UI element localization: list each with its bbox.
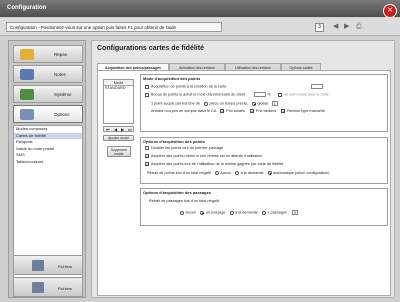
group-options-passages: Options d'acquisition des passages Retra…: [140, 188, 388, 226]
radio-piece[interactable]: [204, 101, 209, 106]
group-title: Options d'acquisition des passages: [143, 190, 212, 195]
retrait-points-label: Retrait de points lors d'un total négati…: [147, 171, 211, 175]
modes-navigator: ⏮ ◀ ▶ ⏭: [103, 126, 134, 132]
bonus-month-checkbox[interactable]: [277, 92, 282, 97]
sidebar-bottom-item-1[interactable]: Fichiers: [13, 255, 83, 275]
radio-passage-demande-label: à la demande: [235, 210, 259, 215]
files-icon: [32, 282, 44, 293]
info-bar: Configuration - Positionnez-vous sur une…: [0, 18, 400, 36]
acq-creation-checkbox[interactable]: [145, 84, 149, 89]
first-icon[interactable]: ⏮: [106, 127, 110, 132]
add-mode-button[interactable]: Ajouter mode: [103, 135, 134, 141]
sidebar-item-repas[interactable]: Repas: [13, 45, 83, 63]
group-title: Options d'acquisition des points: [143, 139, 205, 144]
modes-list: Mode STANDARD: [103, 79, 134, 124]
radio-passage-x-label: x passages: [267, 210, 287, 215]
radio-passage-aucun[interactable]: [180, 210, 184, 215]
radio-retrait-demande-label: à la demande: [240, 171, 264, 175]
sidebar-item-label: Système: [54, 92, 72, 97]
sidebar-item-options[interactable]: Options: [13, 105, 83, 123]
radio-passage-x[interactable]: [262, 210, 267, 215]
print-icon[interactable]: ⎙: [356, 23, 362, 31]
radio-global-label: global: [257, 101, 268, 106]
acq-usage-label: Acquérir des points lors de l'utilisatio…: [151, 162, 284, 166]
radio-retrait-auto-label: automatique (selon configuration): [273, 171, 330, 175]
window-title: Configuration: [7, 5, 47, 11]
next-icon[interactable]: ▶: [121, 127, 124, 132]
passages-value-input[interactable]: 0: [291, 210, 298, 215]
close-icon[interactable]: ×: [387, 5, 393, 16]
list-item[interactable]: Tailles/couleurs: [14, 159, 82, 166]
radio-passage-aucun-label: Aucun: [185, 210, 197, 215]
page-number[interactable]: 3: [315, 23, 324, 32]
sidebar-bottom-item-2[interactable]: Fichiers: [13, 277, 83, 297]
acq-pending-checkbox[interactable]: [145, 154, 149, 159]
point-per-label: 1 point acquis par tranche de: [151, 101, 200, 106]
radio-passage-un-label: un passage: [205, 210, 226, 215]
prev-icon[interactable]: ◀: [333, 23, 338, 31]
group-acquisition-points: Mode d'acquisition des points Acquisitio…: [140, 74, 388, 132]
last-icon[interactable]: ⏭: [128, 127, 132, 132]
double-points-label: Doubler les points lors du premier passa…: [151, 146, 224, 150]
radio-retrait-auto[interactable]: [267, 171, 272, 175]
global-value-input[interactable]: 1: [271, 101, 278, 106]
sidebar-item-label: Notes: [54, 72, 66, 77]
bonus-label: Bonus de points si achat le mois d'anniv…: [151, 92, 246, 97]
sidebar-item-systeme[interactable]: Système: [13, 85, 83, 103]
promo-label: Prix soldés: [226, 109, 245, 113]
system-icon: [20, 89, 34, 100]
radio-passage-demande[interactable]: [229, 210, 234, 215]
title-bar: Configuration ×: [0, 0, 400, 18]
tab-panel: Mode STANDARD ⏮ ◀ ▶ ⏭ Ajouter mode Suppr…: [97, 70, 391, 296]
double-points-checkbox[interactable]: [145, 146, 149, 150]
help-message: Configuration - Positionnez-vous sur une…: [6, 22, 222, 32]
acq-pending-label: Acquérir des points même si une remise e…: [151, 154, 263, 158]
radio-retrait-demande[interactable]: [235, 171, 240, 175]
notes-icon: [20, 69, 34, 80]
radio-piece-label: pièce ou temps presta.: [209, 101, 248, 106]
retrait-passages-label: Retrait de passages lors d'un total néga…: [149, 199, 219, 203]
sidebar-bottom-label: Fichiers: [58, 286, 73, 291]
remise-checkbox[interactable]: [281, 109, 286, 114]
bonus-month-label: ne sert bonus pour le mois: [283, 92, 329, 97]
remise-label: Remise type manuelle: [287, 109, 325, 113]
radio-retrait-aucun-label: Aucun: [220, 171, 231, 175]
page-title: Configurations cartes de fidélité: [97, 45, 204, 52]
radio-retrait-aucun[interactable]: [214, 171, 219, 175]
sidebar: Repas Notes Système Options Modes compos…: [8, 40, 86, 298]
list-item[interactable]: STANDARD: [104, 86, 133, 91]
group-title: Mode d'acquisition des points: [143, 76, 201, 81]
acq-creation-label: Acquisition de points à la création de l…: [151, 84, 227, 89]
main-content: Configurations cartes de fidélité Acquis…: [91, 40, 395, 298]
radio-passage-un[interactable]: [200, 210, 205, 215]
fid-checkbox[interactable]: [249, 109, 254, 114]
delete-mode-button[interactable]: Supprimer mode: [107, 146, 131, 157]
bonus-checkbox[interactable]: [145, 92, 149, 97]
sidebar-bottom-label: Fichiers: [58, 264, 73, 269]
files-icon: [32, 260, 44, 271]
radio-global[interactable]: [252, 101, 257, 106]
sidebar-item-notes[interactable]: Notes: [13, 65, 83, 83]
group-options-points: Options d'acquisition des points Doubler…: [140, 137, 388, 184]
acq-creation-input[interactable]: [311, 84, 324, 89]
close-button[interactable]: ×: [383, 4, 397, 18]
sidebar-item-label: Repas: [54, 52, 68, 57]
options-icon: [20, 109, 34, 120]
sidebar-item-label: Options: [54, 112, 70, 117]
articles-label: Articles non pris en compte dans le CA: [151, 109, 217, 113]
meal-icon: [20, 49, 34, 60]
bonus-input[interactable]: [254, 92, 267, 97]
next-icon[interactable]: ▶: [344, 23, 349, 31]
acq-usage-checkbox[interactable]: [145, 162, 149, 167]
bonus-unit: %: [267, 92, 271, 97]
prev-icon[interactable]: ◀: [114, 127, 117, 132]
fid-label: Prix fardiers: [255, 109, 277, 113]
promo-checkbox[interactable]: [220, 109, 225, 114]
